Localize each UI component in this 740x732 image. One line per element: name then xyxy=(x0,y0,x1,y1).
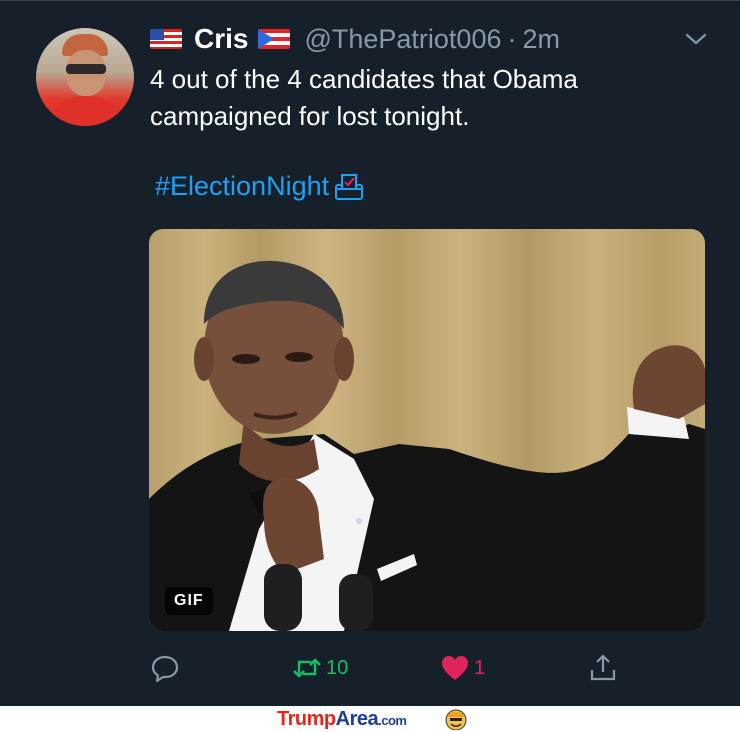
hashtag-link[interactable]: #ElectionNight xyxy=(155,171,365,202)
watermark-footer: TrumpArea.com xyxy=(0,706,740,732)
like-count: 1 xyxy=(474,656,486,679)
gif-media[interactable]: GIF xyxy=(149,229,705,631)
chevron-down-icon[interactable] xyxy=(684,31,708,47)
retweet-icon xyxy=(293,658,321,678)
hashtag-text[interactable]: #ElectionNight xyxy=(155,171,329,202)
avatar[interactable] xyxy=(36,28,134,126)
ballot-box-icon xyxy=(335,173,364,200)
gif-badge: GIF xyxy=(165,587,213,615)
tweet-header: Cris @ThePatriot006 · 2m xyxy=(150,23,560,55)
gif-frame-illustration xyxy=(149,260,705,631)
tweet-text: 4 out of the 4 candidates that Obama cam… xyxy=(150,64,578,131)
timestamp[interactable]: 2m xyxy=(522,24,560,55)
puerto-rico-flag-icon xyxy=(258,29,291,49)
like-button[interactable]: 1 xyxy=(440,653,485,683)
retweet-count: 10 xyxy=(326,656,349,679)
tweet-card[interactable]: Cris @ThePatriot006 · 2m 4 out of the 4 … xyxy=(0,0,740,706)
reply-button[interactable] xyxy=(150,653,184,683)
us-flag-icon xyxy=(150,29,182,49)
retweet-button[interactable]: 10 xyxy=(292,653,348,683)
share-button[interactable] xyxy=(588,653,618,683)
user-handle[interactable]: @ThePatriot006 xyxy=(304,24,501,55)
site-brand[interactable]: TrumpArea.com xyxy=(277,708,407,731)
display-name[interactable]: Cris xyxy=(194,23,248,55)
heart-icon xyxy=(442,656,468,680)
share-icon xyxy=(590,654,616,681)
separator-dot: · xyxy=(507,23,517,54)
reply-icon xyxy=(151,655,179,683)
mascot-icon xyxy=(445,709,467,730)
tweet-actions: 10 1 xyxy=(0,649,740,689)
